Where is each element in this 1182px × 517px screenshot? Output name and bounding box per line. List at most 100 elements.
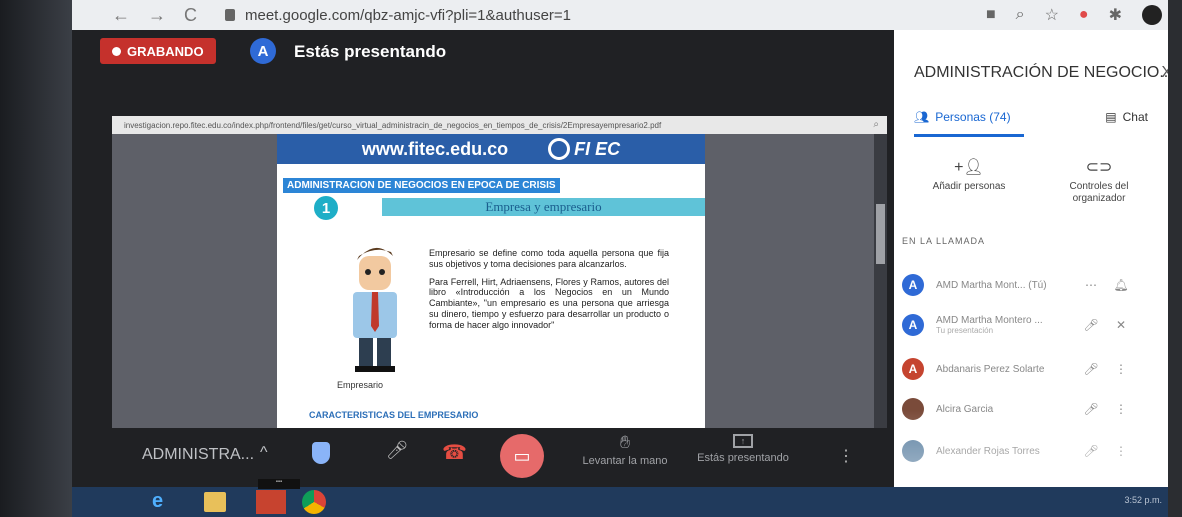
chat-icon: ▤ xyxy=(1105,110,1117,124)
reload-icon[interactable]: C xyxy=(184,5,197,26)
paragraph-1: Empresario se define como toda aquella p… xyxy=(429,248,669,269)
section-heading: CARACTERISTICAS DEL EMPRESARIO xyxy=(309,410,479,420)
panel-fade xyxy=(894,410,1168,487)
more-options-icon[interactable]: ⋮ xyxy=(838,446,854,466)
more-options-icon[interactable]: ⋮ xyxy=(1106,362,1136,376)
mic-muted-icon[interactable]: ⋯ xyxy=(1076,278,1106,292)
presenting-status: Estás presentando xyxy=(294,42,447,61)
add-person-icon: +👤︎ xyxy=(954,159,984,176)
tab-chat-label: Chat xyxy=(1122,110,1148,124)
monitor-bezel-right xyxy=(1168,0,1182,517)
body-text: Empresario se define como toda aquella p… xyxy=(429,248,669,338)
toggle-icon: ⊂⊃ xyxy=(1085,159,1113,176)
present-button[interactable]: ↑ Estás presentando xyxy=(688,434,798,464)
folder-icon[interactable] xyxy=(204,492,226,512)
lock-icon[interactable] xyxy=(225,9,235,21)
browser-nav: ← → C xyxy=(72,5,197,26)
participant-row[interactable]: A AMD Martha Mont... (Tú) ⋯ 🔔︎ xyxy=(902,268,1162,302)
hang-up-icon[interactable]: ☎ xyxy=(442,440,467,465)
present-screen-icon: ↑ xyxy=(733,434,753,448)
camera-off-icon: ▭ xyxy=(513,445,531,466)
mic-icon[interactable]: 🎤︎ xyxy=(384,440,410,466)
pdf-page: www.fitec.edu.co FI EC ADMINISTRACION DE… xyxy=(277,134,705,428)
more-options-icon[interactable]: 🔔︎ xyxy=(1106,278,1136,292)
in-call-heading: EN LA LLAMADA xyxy=(902,236,986,246)
windows-taskbar: e ▪▪▪ 3:52 p.m. xyxy=(72,479,1182,517)
pdf-url: investigacion.repo.fitec.edu.co/index.ph… xyxy=(124,120,662,130)
presenter-avatar: A xyxy=(250,38,276,64)
side-panel: ADMINISTRACIÓN DE NEGOCIO... X 👥︎ Person… xyxy=(894,30,1173,487)
zoom-icon[interactable]: ⌕ xyxy=(1016,6,1025,24)
mic-muted-icon[interactable]: 🎤︎ xyxy=(1076,318,1106,332)
pdf-zoom-icon[interactable]: ⌕ xyxy=(873,119,879,130)
logo-text: FI EC xyxy=(574,138,621,159)
section-subtitle: Empresa y empresario xyxy=(382,198,705,216)
active-tab-indicator xyxy=(914,134,1024,137)
participant-name: Abdanaris Perez Solarte xyxy=(936,363,1045,375)
people-icon: 👥︎ xyxy=(914,110,930,124)
panel-title: ADMINISTRACIÓN DE NEGOCIO... xyxy=(914,64,1173,81)
meet-stage: GRABANDO A Estás presentando investigaci… xyxy=(72,30,894,487)
office-icon[interactable] xyxy=(256,490,286,514)
ie-icon[interactable]: e xyxy=(152,490,178,514)
camera-off-button[interactable]: ▭ xyxy=(500,434,544,478)
browser-toolbar: ← → C meet.google.com/qbz-amjc-vfi?pli=1… xyxy=(72,0,1182,30)
recording-badge: GRABANDO xyxy=(100,38,216,64)
system-clock[interactable]: 3:52 p.m. xyxy=(1124,495,1162,505)
pinterest-icon[interactable]: ● xyxy=(1079,6,1089,24)
camera-icon[interactable]: ■ xyxy=(986,6,996,24)
logo-ring-icon xyxy=(548,138,571,160)
more-options-icon[interactable]: ✕ xyxy=(1106,318,1136,332)
chrome-icon[interactable] xyxy=(302,490,326,514)
participant-info: AMD Martha Mont... (Tú) xyxy=(936,280,1076,291)
site-url: www.fitec.edu.co xyxy=(361,138,509,159)
host-controls-label: Controles del organizador xyxy=(1069,181,1129,205)
tab-people-label: Personas (74) xyxy=(935,110,1011,124)
participant-row[interactable]: A AMD Martha Montero ... Tu presentación 🎤︎… xyxy=(902,308,1162,342)
paragraph-2: Para Ferrell, Hirt, Adriaensens, Flores … xyxy=(429,276,669,330)
profile-avatar[interactable] xyxy=(1142,5,1162,25)
chevron-up-icon[interactable]: ^ xyxy=(260,444,268,462)
record-dot-icon xyxy=(112,46,121,56)
extensions-icon[interactable]: ✱ xyxy=(1109,5,1122,25)
participant-info: Abdanaris Perez Solarte xyxy=(936,364,1076,375)
participant-avatar: A xyxy=(902,314,924,336)
document-title: ADMINISTRACION DE NEGOCIOS EN EPOCA DE C… xyxy=(283,178,560,193)
address-bar[interactable]: meet.google.com/qbz-amjc-vfi?pli=1&authu… xyxy=(245,7,571,24)
taskbar-preview: ▪▪▪ xyxy=(258,479,300,489)
star-icon[interactable]: ☆ xyxy=(1045,5,1059,25)
participant-row[interactable]: A Abdanaris Perez Solarte 🎤︎ ⋮ xyxy=(902,352,1162,386)
page-header: www.fitec.edu.co FI EC xyxy=(277,134,705,164)
participant-info: AMD Martha Montero ... Tu presentación xyxy=(936,315,1076,335)
present-label: Estás presentando xyxy=(697,452,789,464)
tab-people[interactable]: 👥︎ Personas (74) xyxy=(914,110,1011,124)
raise-hand-button[interactable]: ✋︎ Levantar la mano xyxy=(570,432,680,467)
pdf-scrollbar[interactable] xyxy=(874,134,887,428)
hand-icon: ✋︎ xyxy=(619,432,631,452)
participant-subtitle: Tu presentación xyxy=(936,326,994,335)
pdf-url-bar: investigacion.repo.fitec.edu.co/index.ph… xyxy=(112,116,887,134)
back-icon[interactable]: ← xyxy=(112,5,130,26)
tab-chat[interactable]: ▤ Chat xyxy=(1105,110,1148,124)
monitor-bezel xyxy=(0,0,72,517)
figure-caption: Empresario xyxy=(337,380,384,390)
recording-label: GRABANDO xyxy=(127,43,204,59)
fitec-logo: FI EC xyxy=(548,138,620,160)
mic-muted-icon[interactable]: 🎤︎ xyxy=(1076,362,1106,376)
participant-name: AMD Martha Mont... (Tú) xyxy=(936,279,1047,291)
participant-avatar: A xyxy=(902,358,924,380)
add-people-label: Añadir personas xyxy=(932,181,1006,193)
scrollbar-thumb[interactable] xyxy=(876,204,885,264)
meeting-controls: ADMINISTRA... ^ 🎤︎ ☎ ▭ ✋︎ Levantar la ma… xyxy=(72,428,894,488)
section-number: 1 xyxy=(312,194,340,222)
businessman-illustration xyxy=(353,247,397,372)
meeting-name[interactable]: ADMINISTRA... xyxy=(142,446,254,464)
raise-hand-label: Levantar la mano xyxy=(582,455,668,467)
add-people-button[interactable]: +👤︎ Añadir personas xyxy=(914,158,1024,193)
screen: ← → C meet.google.com/qbz-amjc-vfi?pli=1… xyxy=(0,0,1182,517)
forward-icon[interactable]: → xyxy=(148,5,166,26)
host-controls-button[interactable]: ⊂⊃ Controles del organizador xyxy=(1044,158,1154,205)
participant-name: AMD Martha Montero ... xyxy=(936,315,1043,326)
shield-icon[interactable] xyxy=(312,442,330,464)
participant-avatar: A xyxy=(902,274,924,296)
